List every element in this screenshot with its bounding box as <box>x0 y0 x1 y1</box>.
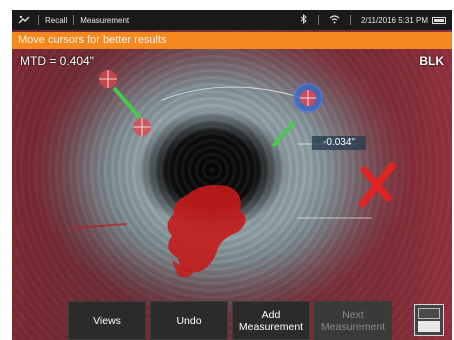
next-label-line1: Next <box>342 308 364 321</box>
measure-line-left <box>112 86 142 120</box>
views-label: Views <box>93 314 121 327</box>
mask-stroke <box>73 223 128 229</box>
add-measurement-button[interactable]: Add Measurement <box>232 301 310 340</box>
cursor-right-active[interactable] <box>293 83 323 113</box>
next-measurement-button[interactable]: Next Measurement <box>314 301 392 340</box>
next-label-line2: Measurement <box>320 320 386 333</box>
cursor-left-bottom[interactable] <box>133 118 151 136</box>
views-button[interactable]: Views <box>68 301 146 340</box>
screen-layout-icon[interactable] <box>414 304 444 336</box>
add-label-line2: Measurement <box>238 320 304 333</box>
measure-line-right <box>271 120 296 148</box>
hint-banner: Move cursors for better results <box>12 32 452 49</box>
add-label-line1: Add <box>261 308 281 321</box>
device-screen: Recall Measurement 2/11/2016 5:31 PM Mov… <box>12 10 452 340</box>
depth-readout: -0.034" <box>312 136 366 150</box>
reference-arc <box>161 86 303 101</box>
bottom-toolbar: Views Undo Add Measurement Next Measurem… <box>12 301 452 340</box>
layout-top-pane <box>418 308 440 319</box>
warning-x-icon <box>358 162 396 208</box>
depth-mask-region <box>167 185 246 273</box>
cursor-left-top[interactable] <box>99 70 117 88</box>
blk-label: BLK <box>419 54 444 68</box>
mtd-value: MTD = 0.404" <box>20 54 94 68</box>
layout-bottom-pane <box>418 321 440 332</box>
undo-button[interactable]: Undo <box>150 301 228 340</box>
undo-label: Undo <box>176 314 202 327</box>
